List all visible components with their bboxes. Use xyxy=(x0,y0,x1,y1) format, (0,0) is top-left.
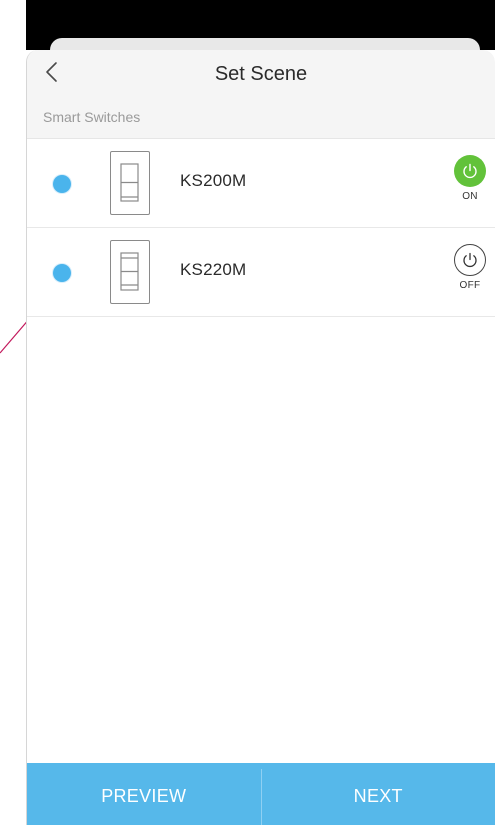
section-header: Smart Switches xyxy=(27,94,495,139)
device-select-radio[interactable] xyxy=(53,175,71,193)
set-scene-sheet: Set Scene Smart Switches KS200M ON KS220… xyxy=(26,50,495,825)
preview-button[interactable]: PREVIEW xyxy=(27,763,261,825)
power-icon xyxy=(463,252,477,268)
power-state-label: OFF xyxy=(459,280,481,291)
power-icon xyxy=(463,163,477,179)
power-button-on[interactable] xyxy=(454,155,486,187)
device-row-ks200m[interactable]: KS200M ON xyxy=(27,139,495,228)
next-button[interactable]: NEXT xyxy=(262,763,495,825)
single-switch-icon xyxy=(110,151,150,215)
dimmer-switch-icon xyxy=(110,240,150,304)
nav-header: Set Scene xyxy=(27,50,495,94)
power-state-label: ON xyxy=(462,191,478,202)
power-button-off[interactable] xyxy=(454,244,486,276)
chevron-left-icon xyxy=(46,62,57,82)
device-name: KS200M xyxy=(180,171,247,190)
device-row-ks220m[interactable]: KS220M OFF xyxy=(27,228,495,317)
device-select-radio[interactable] xyxy=(53,264,71,282)
power-toggle-ks200m[interactable]: ON xyxy=(453,155,487,209)
action-footer: PREVIEW NEXT xyxy=(27,763,495,825)
page-title: Set Scene xyxy=(214,63,308,85)
screen: Set Scene Smart Switches KS200M ON KS220… xyxy=(0,0,495,825)
power-toggle-ks220m[interactable]: OFF xyxy=(453,244,487,298)
back-button[interactable] xyxy=(37,56,67,88)
device-name: KS220M xyxy=(180,260,247,279)
